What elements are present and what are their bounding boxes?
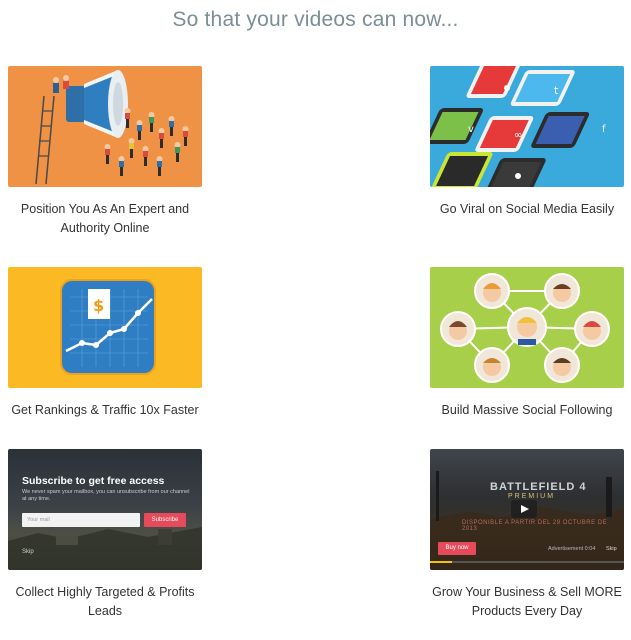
feature-caption: Collect Highly Targeted & Profits Leads [15, 585, 195, 618]
play-icon[interactable] [511, 500, 537, 518]
buy-now-button[interactable]: Buy now [438, 542, 476, 555]
skip-link[interactable]: Skip [22, 549, 34, 555]
video-game-title: BATTLEFIELD 4 [490, 481, 587, 493]
feature-caption: Get Rankings & Traffic 10x Faster [11, 403, 199, 417]
subscribe-button[interactable]: Subscribe [144, 513, 186, 527]
svg-text:$: $ [93, 296, 104, 315]
page-headline: So that your videos can now... [172, 8, 459, 31]
svg-text:t: t [554, 84, 559, 97]
svg-text:f: f [602, 124, 606, 135]
feature-caption: Build Massive Social Following [441, 403, 613, 417]
megaphone-crowd-illustration [8, 66, 202, 187]
video-edition: PREMIUM [508, 493, 556, 500]
video-ad-screenshot: BATTLEFIELD 4 PREMIUM DISPONIBLE A PARTI… [430, 449, 624, 570]
video-launch-text: DISPONIBLE A PARTIR DEL 29 OCTUBRE DE 20… [462, 520, 608, 532]
feature-caption: Go Viral on Social Media Easily [439, 202, 615, 216]
optin-form-screenshot: Subscribe to get free access We never sp… [8, 449, 202, 570]
skip-ad-link[interactable]: Skip [606, 546, 617, 552]
social-phones-illustration: t v f ∞ [430, 66, 624, 187]
optin-title: Subscribe to get free access [22, 475, 165, 487]
social-network-people-illustration [430, 267, 624, 388]
svg-text:∞: ∞ [514, 130, 522, 141]
optin-subtitle: We never spam your mailbox, you can unsu… [22, 489, 190, 502]
email-input[interactable]: Your mail [22, 513, 140, 527]
ad-countdown: Advertisement 0:04 [548, 546, 596, 552]
growth-chart-illustration: $ [8, 267, 202, 388]
feature-caption: Grow Your Business & Sell MORE Products … [432, 585, 622, 618]
svg-text:v: v [468, 124, 474, 135]
feature-caption: Position You As An Expert and Authority … [20, 202, 190, 235]
